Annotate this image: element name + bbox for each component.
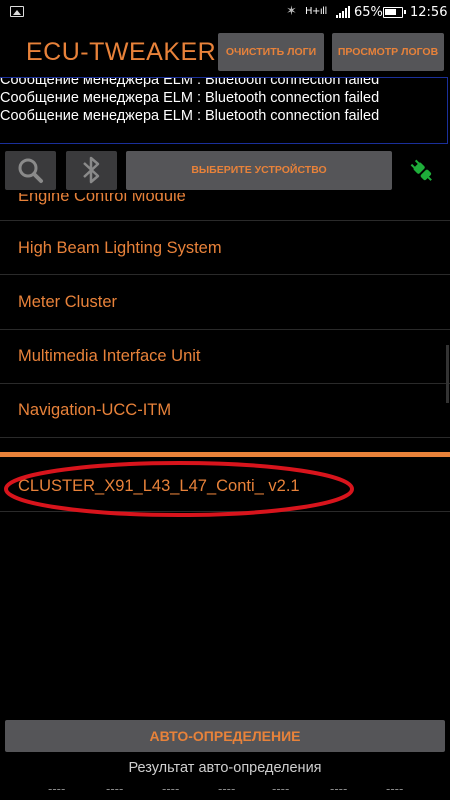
log-panel[interactable]: Сообщение менеджера ELM : Bluetooth conn…	[0, 77, 448, 144]
image-icon	[10, 6, 24, 17]
list-item-label: Engine Control Module	[18, 193, 186, 205]
list-item-label: Navigation-UCC-ITM	[18, 401, 172, 419]
plug-icon[interactable]	[408, 157, 436, 185]
log-line: Сообщение менеджера ELM : Bluetooth conn…	[0, 77, 380, 88]
list-item[interactable]: Meter Cluster	[0, 275, 450, 328]
log-line: Сообщение менеджера ELM : Bluetooth conn…	[0, 90, 380, 106]
result-value: ----	[48, 782, 66, 796]
result-value: ----	[272, 782, 290, 796]
section-separator	[0, 452, 450, 457]
view-logs-button[interactable]: ПРОСМОТР ЛОГОВ	[332, 33, 444, 71]
search-button[interactable]	[5, 151, 56, 190]
list-item[interactable]: Navigation-UCC-ITM	[0, 384, 450, 437]
result-value: ----	[106, 782, 124, 796]
ecu-list[interactable]: Engine Control Module High Beam Lighting…	[0, 193, 450, 453]
result-value: ----	[330, 782, 348, 796]
bluetooth-icon: ✶	[286, 4, 297, 19]
log-line: Сообщение менеджера ELM : Bluetooth conn…	[0, 108, 380, 124]
clear-logs-button[interactable]: ОЧИСТИТЬ ЛОГИ	[218, 33, 324, 71]
result-value: ----	[386, 782, 404, 796]
signal-icon	[336, 6, 350, 18]
bluetooth-icon	[83, 156, 100, 184]
list-item-label: High Beam Lighting System	[18, 239, 222, 257]
app-title: ECU-TWEAKER	[26, 38, 217, 66]
list-item[interactable]: High Beam Lighting System	[0, 221, 450, 274]
highlight-ellipse	[4, 461, 354, 517]
battery-percent: 65%	[354, 5, 383, 20]
list-item-label: Meter Cluster	[18, 293, 118, 311]
bluetooth-button[interactable]	[66, 151, 117, 190]
list-item[interactable]: Engine Control Module	[0, 193, 450, 217]
list-item[interactable]: Multimedia Interface Unit	[0, 330, 450, 383]
scrollbar[interactable]	[446, 345, 449, 403]
divider	[0, 437, 450, 438]
clock: 12:56	[410, 5, 448, 20]
list-item-label: Multimedia Interface Unit	[18, 347, 201, 365]
status-bar: ✶ H+ıll 65% 12:56	[0, 0, 450, 26]
auto-detect-button[interactable]: АВТО-ОПРЕДЕЛЕНИЕ	[5, 720, 445, 752]
network-type: H+ıll	[305, 6, 327, 17]
battery-icon	[383, 7, 406, 18]
result-value: ----	[218, 782, 236, 796]
select-device-button[interactable]: ВЫБЕРИТЕ УСТРОЙСТВО	[126, 151, 392, 190]
search-icon	[18, 158, 43, 183]
auto-detect-result-label: Результат авто-определения	[128, 760, 322, 776]
result-value: ----	[162, 782, 180, 796]
